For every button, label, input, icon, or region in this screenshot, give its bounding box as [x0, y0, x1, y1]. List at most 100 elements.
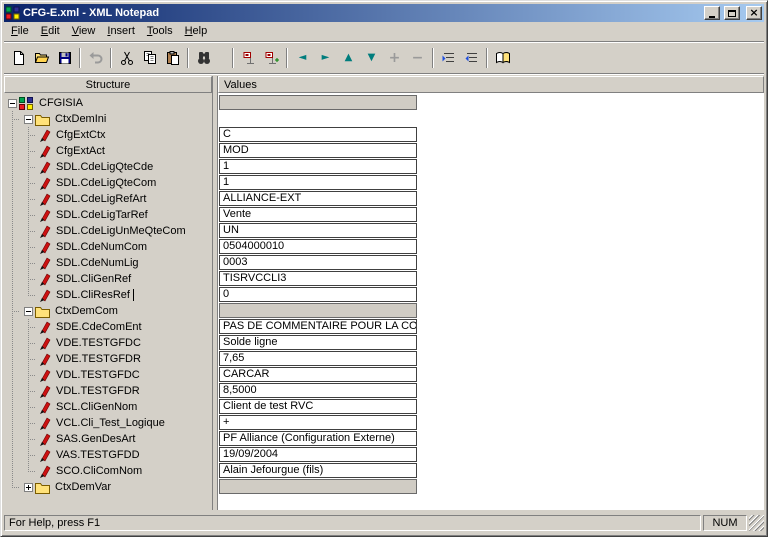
- value-cell[interactable]: MOD: [219, 143, 417, 158]
- tree-guide: [4, 191, 20, 207]
- value-cell[interactable]: 7,65: [219, 351, 417, 366]
- value-cell[interactable]: Vente: [219, 207, 417, 222]
- maximize-button[interactable]: [724, 6, 740, 20]
- paste-button[interactable]: [161, 47, 184, 69]
- delete-node-button[interactable]: −: [406, 47, 429, 69]
- value-cell[interactable]: 0003: [219, 255, 417, 270]
- move-right-button[interactable]: ►: [314, 47, 337, 69]
- tree-guide: [20, 335, 36, 351]
- move-down-button[interactable]: ▼: [360, 47, 383, 69]
- tree-row[interactable]: VAS.TESTGFDD: [4, 447, 212, 463]
- value-cell[interactable]: UN: [219, 223, 417, 238]
- value-cell[interactable]: CARCAR: [219, 367, 417, 382]
- move-up-button[interactable]: ▲: [337, 47, 360, 69]
- tree-row[interactable]: VDL.TESTGFDR: [4, 383, 212, 399]
- open-file-icon: [34, 50, 50, 66]
- tree-expander[interactable]: [24, 307, 33, 316]
- tree-node-label: SDL.CdeNumLig: [54, 257, 141, 269]
- value-cell[interactable]: 1: [219, 175, 417, 190]
- tree-row[interactable]: SDL.CdeLigTarRef: [4, 207, 212, 223]
- menu-tools[interactable]: Tools: [141, 23, 179, 40]
- move-left-button[interactable]: ◄: [291, 47, 314, 69]
- menu-help[interactable]: Help: [179, 23, 214, 40]
- value-cell[interactable]: PAS DE COMMENTAIRE POUR LA CO...: [219, 319, 417, 334]
- value-row: 0: [219, 287, 764, 303]
- new-document-button[interactable]: [7, 47, 30, 69]
- status-message: For Help, press F1: [4, 515, 701, 531]
- tree-guide: [4, 159, 20, 175]
- tree-guide: [20, 447, 36, 463]
- tree-node-label: CFGISIA: [37, 97, 85, 109]
- flag-2-button[interactable]: [260, 47, 283, 69]
- toolbar-separator: [432, 48, 434, 68]
- value-cell[interactable]: Alain Jefourgue (fils): [219, 463, 417, 478]
- value-cell[interactable]: Client de test RVC: [219, 399, 417, 414]
- menu-edit[interactable]: Edit: [35, 23, 66, 40]
- collapse-all-button[interactable]: [460, 47, 483, 69]
- cut-button[interactable]: [115, 47, 138, 69]
- resize-grip[interactable]: [749, 515, 764, 531]
- tree-row[interactable]: VDE.TESTGFDC: [4, 335, 212, 351]
- tree-row[interactable]: CtxDemCom: [4, 303, 212, 319]
- toolbar-separator: [286, 48, 288, 68]
- tree-node-label: CtxDemVar: [53, 481, 113, 493]
- close-button[interactable]: ×: [746, 6, 762, 20]
- tree-guide: [4, 479, 20, 495]
- tree-row[interactable]: SCO.CliComNom: [4, 463, 212, 479]
- tree-guide: [20, 319, 36, 335]
- tree-row[interactable]: SDL.CdeLigUnMeQteCom: [4, 223, 212, 239]
- paste-icon: [165, 50, 181, 66]
- tree-row[interactable]: CtxDemVar: [4, 479, 212, 495]
- minimize-button[interactable]: [704, 6, 720, 20]
- value-cell[interactable]: 0: [219, 287, 417, 302]
- value-cell[interactable]: PF Alliance (Configuration Externe): [219, 431, 417, 446]
- menu-insert[interactable]: Insert: [101, 23, 141, 40]
- tree-guide: [4, 399, 20, 415]
- value-cell[interactable]: TISRVCCLI3: [219, 271, 417, 286]
- value-row: Alain Jefourgue (fils): [219, 463, 764, 479]
- value-cell[interactable]: 1: [219, 159, 417, 174]
- value-cell[interactable]: C: [219, 127, 417, 142]
- tree-row[interactable]: VDE.TESTGFDR: [4, 351, 212, 367]
- value-cell[interactable]: ALLIANCE-EXT: [219, 191, 417, 206]
- copy-button[interactable]: [138, 47, 161, 69]
- tree-row[interactable]: SDL.CdeLigRefArt: [4, 191, 212, 207]
- tree-row[interactable]: SDL.CdeLigQteCom: [4, 175, 212, 191]
- undo-button[interactable]: [84, 47, 107, 69]
- save-file-button[interactable]: [53, 47, 76, 69]
- menu-view[interactable]: View: [66, 23, 102, 40]
- tree-row[interactable]: CFGISIA: [4, 95, 212, 111]
- value-cell[interactable]: 0504000010: [219, 239, 417, 254]
- tree-expander[interactable]: [24, 483, 33, 492]
- value-cell[interactable]: +: [219, 415, 417, 430]
- tree-row[interactable]: CfgExtCtx: [4, 127, 212, 143]
- find-button[interactable]: [192, 47, 215, 69]
- tree-row[interactable]: SDL.CdeNumCom: [4, 239, 212, 255]
- tree-row[interactable]: SDL.CliGenRef: [4, 271, 212, 287]
- tree-expander[interactable]: [8, 99, 17, 108]
- value-cell[interactable]: Solde ligne: [219, 335, 417, 350]
- value-cell[interactable]: 8,5000: [219, 383, 417, 398]
- tree-row[interactable]: SDL.CdeLigQteCde: [4, 159, 212, 175]
- menu-file[interactable]: File: [5, 23, 35, 40]
- expand-all-button[interactable]: [437, 47, 460, 69]
- tree-row[interactable]: SDL.CliResRef: [4, 287, 212, 303]
- insert-node-button[interactable]: +: [383, 47, 406, 69]
- tree-guide: [4, 447, 20, 463]
- tree-row[interactable]: SDE.CdeComEnt: [4, 319, 212, 335]
- tree-row[interactable]: SAS.GenDesArt: [4, 431, 212, 447]
- tree-row[interactable]: CtxDemIni: [4, 111, 212, 127]
- tree-expander[interactable]: [24, 115, 33, 124]
- open-file-button[interactable]: [30, 47, 53, 69]
- tree-guide: [4, 271, 20, 287]
- flag-1-button[interactable]: [237, 47, 260, 69]
- flag-2-icon: [264, 50, 280, 66]
- tree-row[interactable]: CfgExtAct: [4, 143, 212, 159]
- value-cell[interactable]: 19/09/2004: [219, 447, 417, 462]
- help-button[interactable]: [491, 47, 514, 69]
- value-row: [219, 111, 764, 127]
- tree-row[interactable]: VCL.Cli_Test_Logique: [4, 415, 212, 431]
- tree-row[interactable]: SDL.CdeNumLig: [4, 255, 212, 271]
- tree-row[interactable]: VDL.TESTGFDC: [4, 367, 212, 383]
- tree-row[interactable]: SCL.CliGenNom: [4, 399, 212, 415]
